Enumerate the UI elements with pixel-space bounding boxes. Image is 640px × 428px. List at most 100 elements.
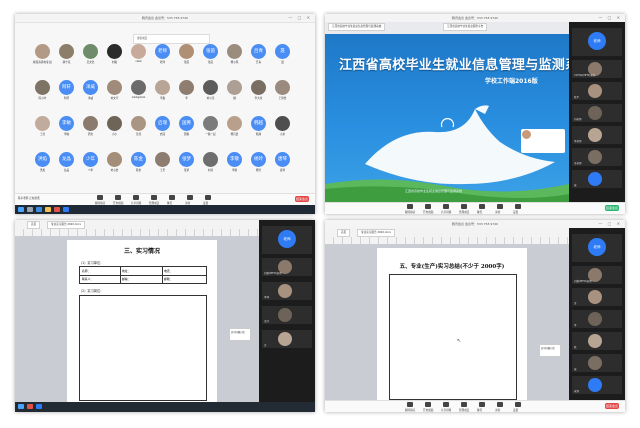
participant-tile[interactable]: 周文: [81, 116, 100, 136]
participant-tile[interactable]: 阿轩 阿轩: [57, 80, 76, 100]
end-meeting-button[interactable]: 结束会议: [605, 205, 619, 211]
browser-tab-2[interactable]: 江西省高校毕业生就业服务平台: [443, 23, 488, 31]
end-meeting-button[interactable]: 结束会议: [295, 196, 309, 202]
mute-icon[interactable]: [407, 204, 413, 209]
wps-icon[interactable]: [54, 207, 60, 212]
chat-icon[interactable]: [479, 402, 485, 407]
record-icon[interactable]: [497, 402, 503, 407]
participant-tile[interactable]: 杨玲 杨玲: [249, 152, 268, 172]
participant-tile[interactable]: 一路一起: [201, 116, 220, 136]
record-icon[interactable]: [497, 204, 503, 209]
video-icon[interactable]: [425, 204, 431, 209]
video-icon[interactable]: [115, 195, 121, 200]
participant-tile[interactable]: 韩越 韩越: [249, 116, 268, 136]
chat-popup[interactable]: 实习问题讨论: [539, 344, 561, 357]
participant-tile[interactable]: 张丽: [177, 44, 196, 64]
start-icon[interactable]: [18, 404, 24, 409]
participant-tile[interactable]: 王浩: [33, 116, 52, 136]
participant-tile[interactable]: 刘文宇: [105, 80, 124, 100]
participant-tile[interactable]: 李鑫: [153, 80, 172, 100]
record-icon[interactable]: [187, 195, 193, 200]
video-tile[interactable]: CATHA(MFM)老师: [572, 60, 622, 78]
start-icon[interactable]: [18, 207, 24, 212]
manage-members-icon[interactable]: [461, 402, 467, 407]
participant-tile[interactable]: 静宁花: [57, 44, 76, 64]
video-tile[interactable]: 许: [262, 330, 312, 348]
video-tile[interactable]: 王老师: [572, 148, 622, 166]
video-tile[interactable]: 陈平: [572, 82, 622, 100]
window-controls[interactable]: — □ ✕: [288, 14, 312, 22]
chat-popup[interactable]: 实习问题讨论: [229, 328, 251, 341]
browser-tab-1[interactable]: 江西省高校毕业生就业信息管理与监测系统: [328, 23, 386, 31]
participant-tile[interactable]: 聂聂: [273, 44, 292, 64]
video-tile[interactable]: 陈: [572, 332, 622, 350]
doc-tab-home[interactable]: 首页: [337, 229, 351, 237]
participant-tile[interactable]: 龙晶 龙晶: [57, 152, 76, 172]
folder-icon[interactable]: [45, 207, 51, 212]
participant-tile[interactable]: 启瑞 启瑞: [153, 116, 172, 136]
participant-tile[interactable]: 王芳: [153, 152, 172, 172]
share-screen-icon[interactable]: [443, 402, 449, 407]
participant-tile[interactable]: 吴文浩: [81, 44, 100, 64]
participant-tile[interactable]: 杨诗晨: [225, 116, 244, 136]
mute-icon[interactable]: [407, 402, 413, 407]
participant-tile[interactable]: 李大米: [249, 80, 268, 100]
wps-icon[interactable]: [27, 404, 33, 409]
video-tile[interactable]: 王: [572, 288, 622, 306]
video-tile[interactable]: 李: [572, 310, 622, 328]
mute-icon[interactable]: [97, 195, 103, 200]
doc-tab-report[interactable]: 专业实习报告 2020.docx: [357, 229, 396, 237]
participant-tile[interactable]: 刘心怡: [105, 152, 124, 172]
share-screen-icon[interactable]: [443, 204, 449, 209]
manage-members-icon[interactable]: [461, 204, 467, 209]
video-tile[interactable]: 王洋: [262, 306, 312, 324]
participant-tile[interactable]: 刘涛: [201, 152, 220, 172]
participant-tile[interactable]: 陈小叶: [33, 80, 52, 100]
participant-tile[interactable]: 李: [177, 80, 196, 100]
participant-tile[interactable]: 陈金 陈金: [129, 152, 148, 172]
participant-tile[interactable]: 李敏 李敏: [57, 116, 76, 136]
participant-tile[interactable]: 洪焰 洪焰: [33, 152, 52, 172]
search-icon[interactable]: [27, 207, 33, 212]
participant-tile[interactable]: 魏: [225, 80, 244, 100]
doc-tab-home[interactable]: 首页: [27, 221, 41, 229]
participant-tile[interactable]: cabb: [129, 44, 148, 63]
manage-members-icon[interactable]: [151, 195, 157, 200]
chat-icon[interactable]: [169, 195, 175, 200]
doc-tab-report[interactable]: 专业实习报告 2020.docx: [47, 221, 86, 229]
participant-tile[interactable]: 吕青 吕青: [249, 44, 268, 64]
participant-tile[interactable]: 老师 老师: [153, 44, 172, 64]
participant-tile[interactable]: 国菁 国菁: [177, 116, 196, 136]
browser-icon[interactable]: [36, 207, 42, 212]
participant-tile[interactable]: 刘聪: [105, 44, 124, 64]
participant-tile[interactable]: 唐琴 唐琴: [273, 152, 292, 172]
participant-tile[interactable]: 张茵 张茵: [201, 44, 220, 64]
participant-tile[interactable]: 刘小宝: [201, 80, 220, 100]
meeting-icon[interactable]: [63, 207, 69, 212]
participant-tile[interactable]: 鲍瑞涛机电专业班: [33, 44, 52, 64]
video-tile[interactable]: 李老师: [572, 126, 622, 144]
participant-tile[interactable]: 张梦 张梦: [177, 152, 196, 172]
settings-icon[interactable]: [515, 402, 521, 407]
search-popup[interactable]: 搜索成员: [133, 34, 210, 44]
participant-tile[interactable]: 洋威 洋威: [81, 80, 100, 100]
participant-tile[interactable]: 吴佳: [129, 116, 148, 136]
share-screen-icon[interactable]: [133, 195, 139, 200]
participant-tile[interactable]: GlobgGlob: [129, 80, 148, 99]
video-icon[interactable]: [425, 402, 431, 407]
video-tile[interactable]: 张: [572, 354, 622, 372]
video-tile[interactable]: 李坤: [262, 282, 312, 300]
window-controls[interactable]: — □ ✕: [598, 14, 622, 22]
participant-tile[interactable]: 少年 少年: [81, 152, 100, 172]
settings-icon[interactable]: [515, 204, 521, 209]
participant-tile[interactable]: 李敬 李敬: [225, 152, 244, 172]
meeting-icon[interactable]: [36, 404, 42, 409]
participant-tile[interactable]: 小小: [105, 116, 124, 136]
window-controls[interactable]: — □ ✕: [598, 220, 622, 228]
participant-tile[interactable]: 小米: [273, 116, 292, 136]
settings-icon[interactable]: [205, 195, 211, 200]
participant-tile[interactable]: 王佳怡: [273, 80, 292, 100]
video-tile[interactable]: 老师: [572, 376, 622, 394]
video-tile[interactable]: 刘静(MFM)老师: [262, 258, 312, 276]
video-tile[interactable]: 刘老师: [572, 104, 622, 122]
